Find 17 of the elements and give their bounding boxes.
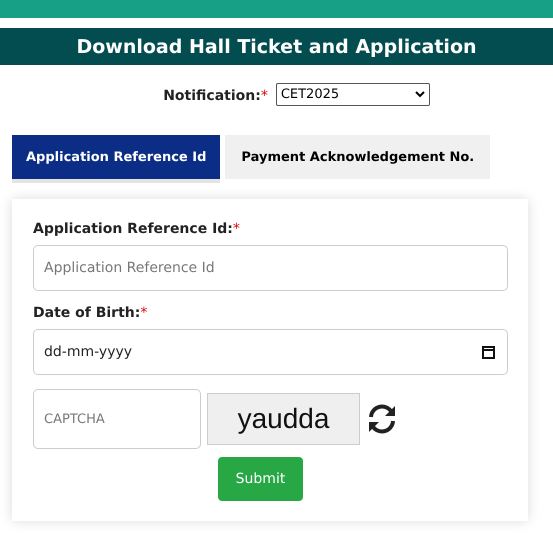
field-label: Application Reference Id: bbox=[33, 221, 233, 237]
required-mark: * bbox=[232, 221, 240, 237]
refresh-icon[interactable] bbox=[366, 404, 398, 434]
page-title: Download Hall Ticket and Application bbox=[76, 36, 477, 58]
input-field[interactable]: Application Reference Id bbox=[33, 245, 508, 291]
required-mark: * bbox=[140, 305, 148, 321]
captcha-field[interactable]: CAPTCHA bbox=[33, 389, 201, 449]
tab[interactable]: Application Reference Id bbox=[12, 135, 220, 183]
chevron-down-icon bbox=[414, 91, 425, 98]
calendar-icon[interactable] bbox=[482, 345, 495, 359]
captcha-image: yaudda bbox=[207, 393, 360, 445]
notification-label: Notification: bbox=[163, 88, 261, 104]
date-field[interactable]: dd-mm-yyyy bbox=[33, 329, 508, 375]
notification-select[interactable]: CET2025 bbox=[276, 83, 430, 106]
tab[interactable]: Payment Acknowledgement No. bbox=[225, 135, 490, 179]
field-label: Date of Birth: bbox=[33, 305, 140, 321]
required-mark: * bbox=[260, 88, 268, 104]
